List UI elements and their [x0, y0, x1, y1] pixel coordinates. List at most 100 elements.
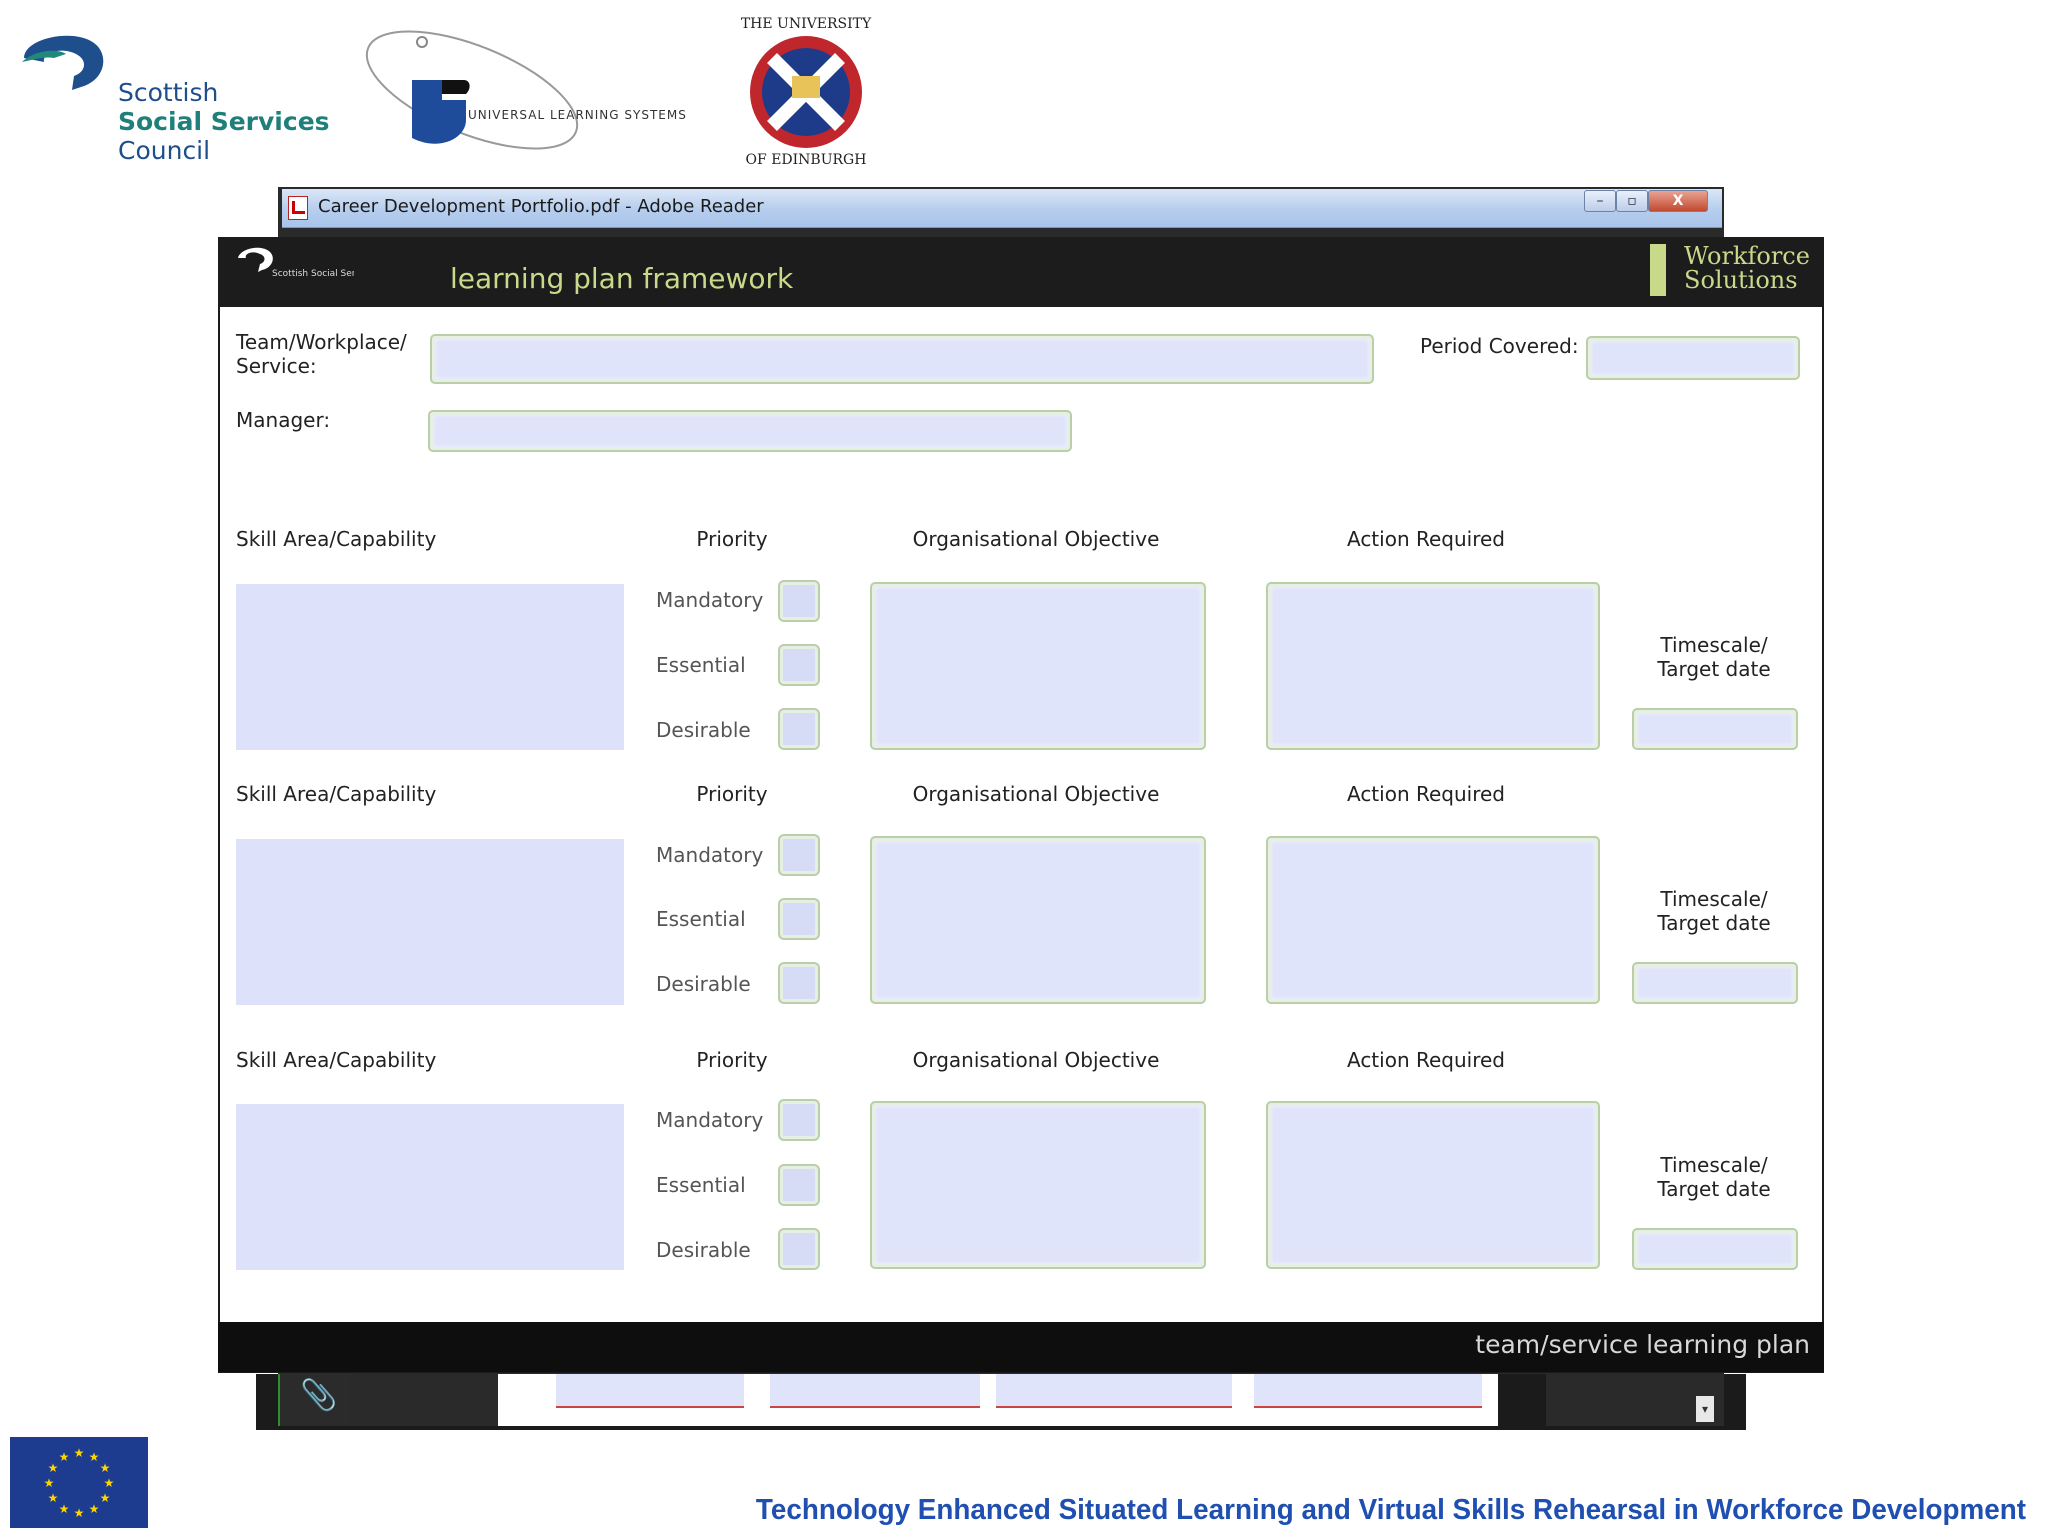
minimize-button[interactable]: –	[1584, 190, 1616, 212]
team-label-line2: Service:	[236, 354, 317, 378]
skill-label: Skill Area/Capability	[236, 1048, 437, 1072]
window-title: Career Development Portfolio.pdf - Adobe…	[318, 196, 764, 217]
objective-label: Organisational Objective	[912, 1048, 1160, 1072]
timescale-line1: Timescale/	[1660, 1153, 1768, 1177]
priority-label: Priority	[696, 527, 768, 551]
objective-input[interactable]	[872, 1103, 1204, 1267]
objective-input[interactable]	[872, 584, 1204, 748]
sssc-name: Scottish Social Services Council	[118, 78, 330, 165]
mandatory-checkbox[interactable]	[780, 836, 818, 874]
svg-text:THE UNIVERSITY: THE UNIVERSITY	[741, 16, 872, 32]
action-label: Action Required	[1346, 782, 1505, 806]
target-date-input[interactable]	[1634, 964, 1796, 1002]
mandatory-checkbox[interactable]	[780, 582, 818, 620]
essential-label: Essential	[656, 907, 746, 931]
priority-label: Priority	[696, 1048, 768, 1072]
timescale-line1: Timescale/	[1660, 633, 1768, 657]
sssc-line2: Social Services	[118, 107, 330, 136]
svg-text:★: ★	[59, 1450, 70, 1464]
priority-label: Priority	[696, 782, 768, 806]
document-title: learning plan framework	[450, 262, 794, 295]
target-date-input[interactable]	[1634, 710, 1796, 748]
svg-text:★: ★	[89, 1450, 100, 1464]
desirable-checkbox[interactable]	[780, 710, 818, 748]
skill-area-input[interactable]	[236, 1104, 624, 1270]
team-label: Team/Workplace/ Service:	[236, 330, 407, 378]
skill-label: Skill Area/Capability	[236, 527, 437, 551]
pdf-file-icon	[288, 196, 308, 220]
team-input[interactable]	[432, 336, 1372, 382]
desirable-label: Desirable	[656, 972, 751, 996]
sssc-small-text: Scottish Social Services Council	[272, 269, 354, 279]
workforce-logo-bar	[1650, 244, 1666, 296]
navigation-panel	[350, 1374, 498, 1426]
svg-text:★: ★	[100, 1461, 111, 1475]
objective-label: Organisational Objective	[912, 527, 1160, 551]
workforce-logo-line1: Workforce	[1684, 242, 1810, 270]
desirable-label: Desirable	[656, 718, 751, 742]
close-button[interactable]: X	[1648, 190, 1708, 212]
sssc-small-logo: Scottish Social Services Council	[234, 244, 414, 302]
sssc-small-swirl-icon: Scottish Social Services Council	[238, 247, 414, 279]
objective-label: Organisational Objective	[912, 782, 1160, 806]
university-crest-icon: THE UNIVERSITY OF EDINBURGH	[730, 14, 882, 168]
svg-text:★: ★	[100, 1491, 111, 1505]
workforce-logo: Workforce Solutions	[1684, 244, 1810, 292]
period-input[interactable]	[1588, 338, 1798, 378]
sssc-line1: Scottish	[118, 78, 219, 107]
period-label: Period Covered:	[1420, 334, 1579, 358]
timescale-label: Timescale/ Target date	[1632, 1153, 1796, 1201]
target-date-input[interactable]	[1634, 1230, 1796, 1268]
action-label: Action Required	[1346, 1048, 1505, 1072]
timescale-line2: Target date	[1657, 911, 1771, 935]
timescale-label: Timescale/ Target date	[1632, 887, 1796, 935]
desirable-checkbox[interactable]	[780, 1230, 818, 1268]
svg-text:OF EDINBURGH: OF EDINBURGH	[746, 152, 867, 168]
objective-input[interactable]	[872, 838, 1204, 1002]
workforce-logo-line2: Solutions	[1684, 266, 1798, 294]
maximize-button[interactable]: ▫	[1616, 190, 1648, 212]
sssc-line3: Council	[118, 136, 211, 165]
timescale-line2: Target date	[1657, 657, 1771, 681]
document-footer-text: team/service learning plan	[1475, 1330, 1810, 1359]
manager-input[interactable]	[430, 412, 1070, 450]
svg-text:★: ★	[48, 1491, 59, 1505]
essential-checkbox[interactable]	[780, 900, 818, 938]
skill-area-input[interactable]	[236, 584, 624, 750]
sssc-swirl-icon	[22, 35, 104, 90]
svg-text:★: ★	[59, 1502, 70, 1516]
scroll-down-button[interactable]: ▾	[1696, 1396, 1714, 1422]
essential-checkbox[interactable]	[780, 1166, 818, 1204]
mandatory-checkbox[interactable]	[780, 1101, 818, 1139]
action-input[interactable]	[1268, 838, 1598, 1002]
eu-flag: ★ ★ ★ ★ ★ ★ ★ ★ ★ ★ ★ ★	[10, 1437, 148, 1528]
desirable-checkbox[interactable]	[780, 964, 818, 1002]
preview-field	[556, 1374, 744, 1408]
essential-label: Essential	[656, 653, 746, 677]
eu-stars-icon: ★ ★★ ★★★ ★★★ ★★★	[44, 1446, 115, 1520]
manager-label: Manager:	[236, 408, 331, 432]
svg-text:★: ★	[48, 1461, 59, 1475]
skill-area-input[interactable]	[236, 839, 624, 1005]
edinburgh-crest: THE UNIVERSITY OF EDINBURGH	[728, 12, 884, 168]
action-input[interactable]	[1268, 584, 1598, 748]
svg-text:★: ★	[104, 1476, 115, 1490]
project-tagline: Technology Enhanced Situated Learning an…	[755, 1494, 2026, 1526]
timescale-line2: Target date	[1657, 1177, 1771, 1201]
svg-text:★: ★	[74, 1506, 85, 1520]
team-label-line1: Team/Workplace/	[236, 330, 407, 354]
mandatory-label: Mandatory	[656, 1108, 764, 1132]
preview-field	[1254, 1374, 1482, 1408]
uls-name: UNIVERSAL LEARNING SYSTEMS	[468, 108, 687, 122]
skill-label: Skill Area/Capability	[236, 782, 437, 806]
desirable-label: Desirable	[656, 1238, 751, 1262]
mandatory-label: Mandatory	[656, 843, 764, 867]
timescale-label: Timescale/ Target date	[1632, 633, 1796, 681]
essential-checkbox[interactable]	[780, 646, 818, 684]
preview-field	[770, 1374, 980, 1408]
uls-logo	[360, 28, 690, 158]
preview-field	[996, 1374, 1232, 1408]
svg-text:★: ★	[74, 1446, 85, 1460]
action-input[interactable]	[1268, 1103, 1598, 1267]
paperclip-icon[interactable]: 📎	[300, 1378, 337, 1413]
